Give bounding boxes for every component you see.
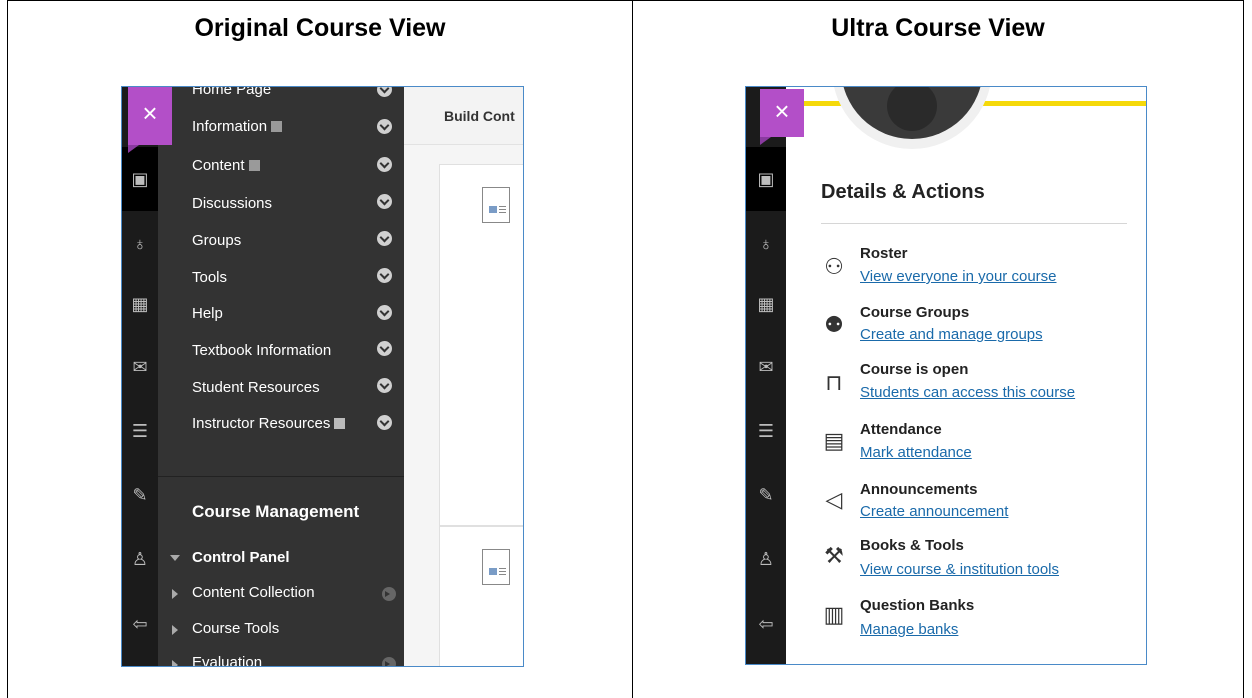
control-item-course-tools[interactable]: Course Tools: [192, 620, 279, 637]
ultra-course-panel: ▣ ♁ ▦ ✉ ☰ ✎ ♙ ⇦ × Details & Actions ⚇ Ro…: [745, 86, 1147, 665]
edit-icon[interactable]: ✎: [128, 483, 152, 507]
calendar-icon[interactable]: ▦: [128, 292, 152, 316]
menu-item-help[interactable]: Help: [192, 305, 223, 322]
arrow-right-icon[interactable]: [382, 657, 396, 666]
mail-icon[interactable]: ✉: [754, 355, 778, 379]
original-view-title: Original Course View: [194, 14, 446, 42]
groups-icon: ⚉: [824, 312, 844, 337]
menu-item-discussions[interactable]: Discussions: [192, 195, 272, 212]
chevron-down-icon[interactable]: [377, 341, 392, 356]
user-settings-icon[interactable]: ♙: [128, 547, 152, 571]
content-item-card[interactable]: [439, 526, 523, 666]
document-icon: [482, 549, 510, 585]
wrench-icon: ⚒: [824, 543, 844, 568]
unlock-icon: ⊓: [825, 370, 843, 395]
attendance-link[interactable]: Mark attendance: [860, 444, 972, 461]
chevron-down-icon[interactable]: [377, 119, 392, 134]
logout-icon[interactable]: ⇦: [754, 612, 778, 636]
groups-icon[interactable]: ♁: [754, 232, 778, 256]
books-tools-link[interactable]: View course & institution tools: [860, 561, 1059, 578]
megaphone-icon: ◁: [825, 487, 843, 512]
chevron-down-icon[interactable]: [377, 415, 392, 430]
icon-rail: ▣ ♁ ▦ ✉ ☰ ✎ ♙ ⇦: [746, 87, 786, 664]
chevron-down-icon[interactable]: [377, 231, 392, 246]
menu-item-content[interactable]: Content: [192, 157, 260, 174]
user-settings-icon[interactable]: ♙: [754, 547, 778, 571]
content-item-card[interactable]: [439, 164, 523, 526]
details-actions-heading: Details & Actions: [821, 181, 985, 203]
question-bank-icon: ▥: [823, 602, 845, 627]
close-menu-button[interactable]: ×: [128, 87, 172, 153]
control-item-content-collection[interactable]: Content Collection: [192, 584, 315, 601]
chevron-down-icon[interactable]: [377, 305, 392, 320]
menu-item-instructor-resources[interactable]: Instructor Resources: [192, 415, 346, 432]
control-panel-heading[interactable]: Control Panel: [192, 549, 290, 566]
caret-down-icon[interactable]: [170, 555, 180, 561]
calendar-icon[interactable]: ▦: [754, 292, 778, 316]
menu-item-information[interactable]: Information: [192, 118, 283, 135]
control-item-evaluation[interactable]: Evaluation: [192, 654, 262, 666]
caret-right-icon[interactable]: [172, 625, 178, 635]
mail-icon[interactable]: ✉: [128, 355, 152, 379]
chevron-down-icon[interactable]: [377, 268, 392, 283]
question-banks-link[interactable]: Manage banks: [860, 621, 958, 638]
announcements-title: Announcements: [860, 481, 978, 498]
menu-divider: [158, 476, 404, 477]
course-avatar: [832, 87, 992, 149]
hidden-indicator-icon: [334, 418, 346, 429]
hidden-indicator-icon: [271, 121, 283, 132]
course-open-title: Course is open: [860, 361, 969, 378]
books-tools-title: Books & Tools: [860, 537, 964, 554]
course-icon[interactable]: ▣: [128, 167, 152, 191]
roster-title: Roster: [860, 245, 908, 262]
chevron-down-icon[interactable]: [377, 87, 392, 97]
roster-link[interactable]: View everyone in your course: [860, 268, 1057, 285]
attendance-icon: ▤: [823, 428, 845, 453]
edit-icon[interactable]: ✎: [754, 483, 778, 507]
grades-icon[interactable]: ☰: [754, 419, 778, 443]
original-course-panel: ▣ ♁ ▦ ✉ ☰ ✎ ♙ ⇦ Home Page Information Co…: [121, 86, 524, 667]
menu-item-textbook-information[interactable]: Textbook Information: [192, 342, 331, 359]
course-management-heading: Course Management: [192, 502, 360, 521]
question-banks-title: Question Banks: [860, 597, 975, 614]
grades-icon[interactable]: ☰: [128, 419, 152, 443]
menu-item-student-resources[interactable]: Student Resources: [192, 379, 320, 396]
course-groups-title: Course Groups: [860, 304, 970, 321]
avatar-image: [841, 87, 983, 139]
caret-right-icon[interactable]: [172, 589, 178, 599]
build-content-button[interactable]: Build Cont: [444, 108, 515, 124]
arrow-right-icon[interactable]: [382, 587, 396, 601]
caret-right-icon[interactable]: [172, 660, 178, 666]
menu-item-tools[interactable]: Tools: [192, 269, 227, 286]
course-open-link[interactable]: Students can access this course: [860, 384, 1075, 401]
chevron-down-icon[interactable]: [377, 378, 392, 393]
course-menu: Home Page Information Content Discussion…: [158, 87, 404, 666]
announcements-link[interactable]: Create announcement: [860, 503, 1008, 520]
close-panel-button[interactable]: ×: [760, 89, 804, 145]
logout-icon[interactable]: ⇦: [128, 612, 152, 636]
course-groups-link[interactable]: Create and manage groups: [860, 326, 1043, 343]
hidden-indicator-icon: [248, 160, 260, 171]
ultra-view-title: Ultra Course View: [831, 14, 1045, 42]
icon-rail: ▣ ♁ ▦ ✉ ☰ ✎ ♙ ⇦: [122, 87, 158, 666]
build-content-bar: Build Cont: [404, 87, 523, 145]
chevron-down-icon[interactable]: [377, 157, 392, 172]
attendance-title: Attendance: [860, 421, 942, 438]
groups-icon[interactable]: ♁: [128, 232, 152, 256]
menu-item-groups[interactable]: Groups: [192, 232, 241, 249]
roster-icon: ⚇: [824, 254, 844, 279]
chevron-down-icon[interactable]: [377, 194, 392, 209]
section-divider: [821, 223, 1127, 224]
menu-item-home-page[interactable]: Home Page: [192, 87, 271, 98]
content-area: Build Cont: [404, 87, 523, 666]
course-icon[interactable]: ▣: [754, 167, 778, 191]
document-icon: [482, 187, 510, 223]
